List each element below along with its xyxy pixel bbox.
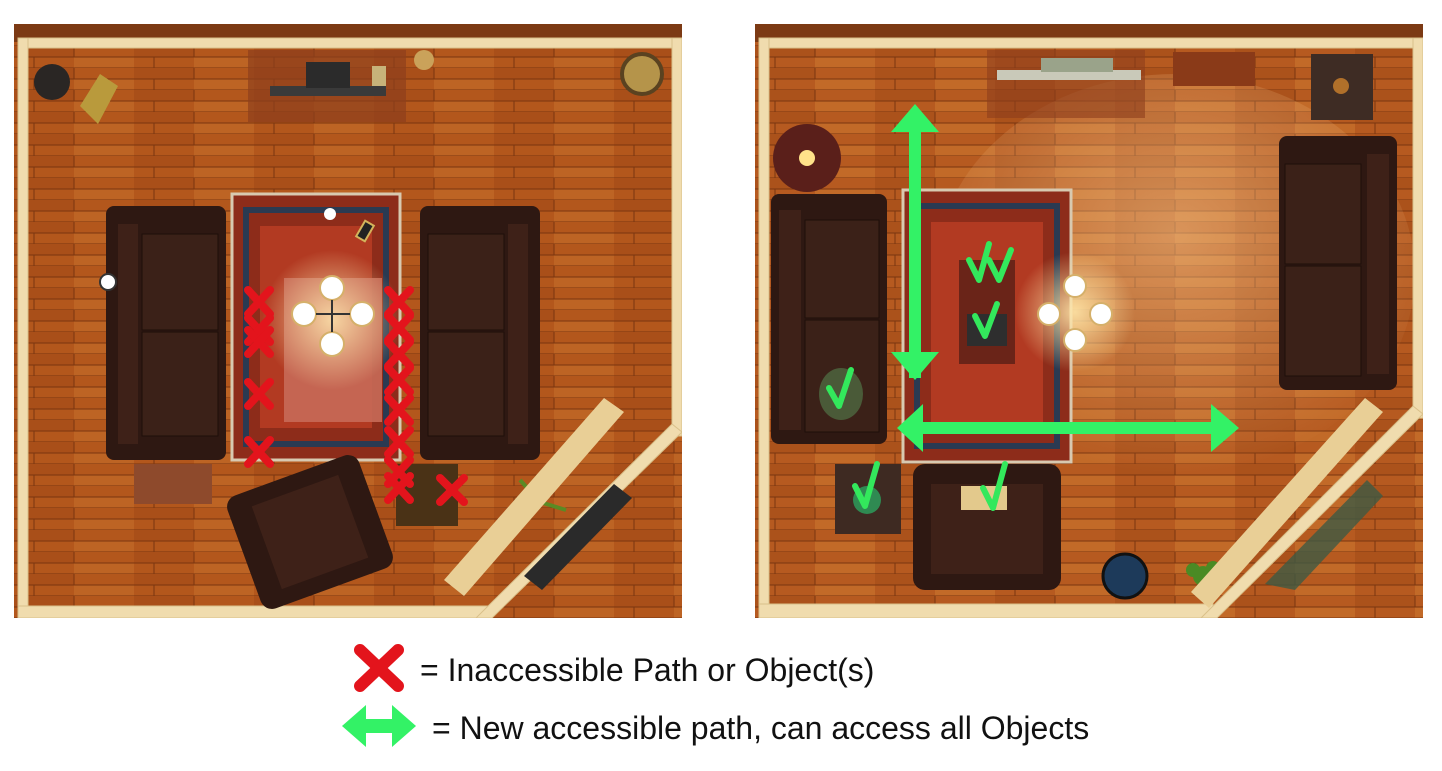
vase <box>414 50 434 70</box>
legend-inaccessible-label: = Inaccessible Path or Object(s) <box>420 651 875 688</box>
right-sofa <box>1279 136 1397 390</box>
desk <box>1173 52 1255 86</box>
right-sofa <box>420 206 540 460</box>
figurine <box>324 208 336 220</box>
before-room-render <box>14 24 682 618</box>
left-sofa <box>106 206 226 460</box>
round-side-table <box>773 124 841 192</box>
wall-clock <box>99 273 117 291</box>
red-x-icon <box>352 642 406 699</box>
legend-accessible-label: = New accessible path, can access all Ob… <box>432 709 1090 746</box>
coffee-table <box>959 260 1015 364</box>
armchair <box>913 464 1061 590</box>
after-room-render <box>755 24 1423 618</box>
wastebasket <box>1101 552 1149 600</box>
legend-inaccessible: = Inaccessible Path or Object(s) <box>352 642 874 698</box>
legend-accessible: = New accessible path, can access all Ob… <box>340 700 1089 756</box>
ottoman-corner <box>1311 54 1373 120</box>
green-double-arrow-icon <box>340 701 418 756</box>
side-table-left <box>134 464 212 504</box>
corner-basket <box>620 52 664 96</box>
